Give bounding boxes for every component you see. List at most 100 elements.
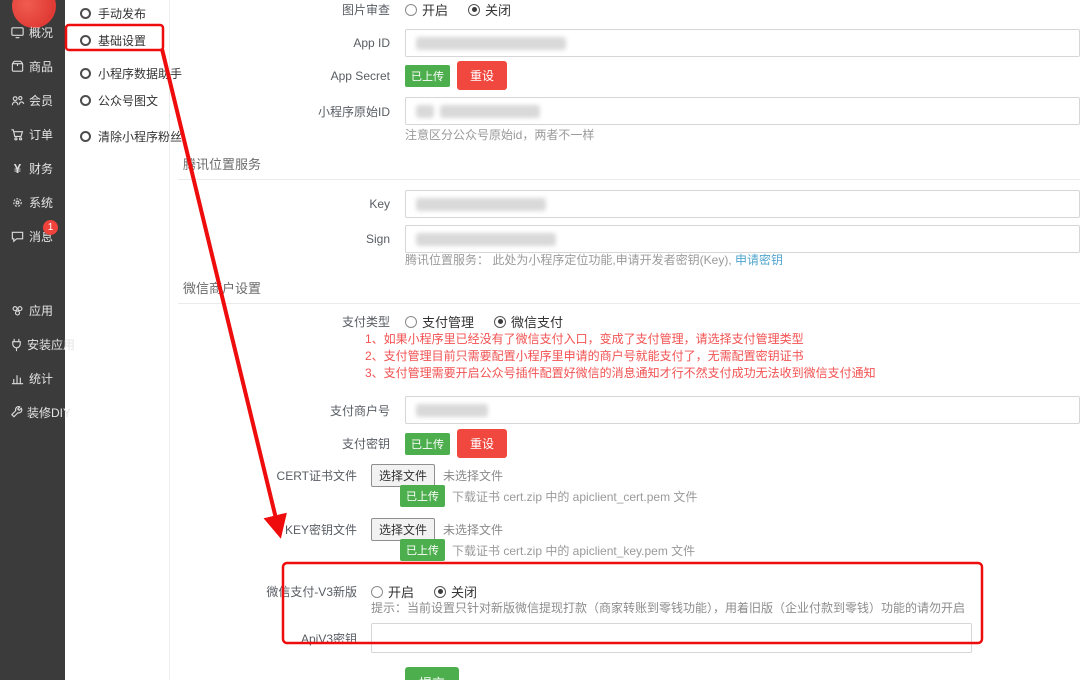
submit-button[interactable]: 提交 — [405, 667, 459, 680]
sidebar-item-label: 统计 — [29, 370, 53, 387]
menu-radio-icon — [80, 8, 91, 19]
sidebar-item-diy[interactable]: 装修DIY — [0, 395, 65, 429]
v3-on-radio[interactable]: 开启 — [371, 582, 414, 601]
sidebar-item-label: 安装应用 — [27, 336, 75, 353]
submenu-item-manual-publish[interactable]: 手动发布 — [65, 0, 169, 27]
radio-label: 关闭 — [485, 0, 511, 19]
settings-submenu: 手动发布 基础设置 小程序数据助手 公众号图文 清除小程序粉丝 — [65, 0, 170, 680]
no-file-text: 未选择文件 — [443, 521, 503, 538]
sidebar-item-label: 商品 — [29, 58, 53, 75]
v3-hint: 提示：当前设置只针对新版微信提现打款（商家转账到零钱功能），用着旧版（企业付款到… — [371, 601, 1080, 615]
app-id-input[interactable] — [405, 29, 1080, 57]
submenu-item-miniprogram-data[interactable]: 小程序数据助手 — [65, 60, 169, 87]
submenu-item-label: 手动发布 — [98, 5, 146, 22]
pay-type-wechat-radio[interactable]: 微信支付 — [494, 312, 563, 331]
sidebar-item-messages[interactable]: 消息 1 — [0, 219, 65, 253]
sidebar-nav: 概况 商品 会员 订单 ¥ 财务 系统 — [0, 15, 65, 429]
install-icon — [9, 337, 24, 352]
choose-key-file-button[interactable]: 选择文件 — [371, 518, 435, 541]
submenu-item-official-articles[interactable]: 公众号图文 — [65, 87, 169, 114]
merchant-section-title: 微信商户设置 — [183, 280, 1080, 297]
menu-radio-icon — [80, 95, 91, 106]
reset-pay-key-button[interactable]: 重设 — [457, 429, 507, 458]
origin-id-label: 小程序原始ID — [170, 103, 390, 120]
key-file-label: KEY密钥文件 — [170, 521, 357, 538]
merchant-id-label: 支付商户号 — [170, 402, 390, 419]
key-file-row: KEY密钥文件 选择文件 未选择文件 — [170, 518, 1080, 541]
radio-icon — [371, 586, 383, 598]
warning-line: 1、如果小程序里已经没有了微信支付入口，变成了支付管理，请选择支付管理类型 — [365, 331, 1080, 348]
v3-label: 微信支付-V3新版 — [170, 583, 357, 600]
submenu-item-label: 公众号图文 — [98, 92, 158, 109]
section-divider — [178, 179, 1080, 180]
sign-label: Sign — [170, 232, 390, 246]
orders-icon — [9, 127, 26, 142]
menu-radio-icon — [80, 35, 91, 46]
pay-type-manage-radio[interactable]: 支付管理 — [405, 312, 474, 331]
radio-label: 支付管理 — [422, 312, 474, 331]
masked-value — [416, 198, 546, 211]
warning-line: 2、支付管理目前只需要配置小程序里申请的商户号就能支付了，无需配置密钥证书 — [365, 348, 1080, 365]
sidebar-item-finance[interactable]: ¥ 财务 — [0, 151, 65, 185]
diy-icon — [9, 405, 24, 420]
sidebar-item-members[interactable]: 会员 — [0, 83, 65, 117]
merchant-id-input[interactable] — [405, 396, 1080, 424]
goods-icon — [9, 59, 26, 74]
pay-type-label: 支付类型 — [170, 313, 390, 330]
apiv3-label: ApiV3密钥 — [170, 630, 357, 647]
image-review-off-radio[interactable]: 关闭 — [468, 0, 511, 19]
settings-form: 图片审查 开启 关闭 App ID App Secret 已上传 重设 小程序原… — [170, 0, 1080, 680]
finance-icon: ¥ — [9, 161, 26, 176]
admin-settings-page: 概况 商品 会员 订单 ¥ 财务 系统 — [0, 0, 1080, 680]
v3-off-radio[interactable]: 关闭 — [434, 582, 477, 601]
app-id-label: App ID — [170, 36, 390, 50]
cert-file-label: CERT证书文件 — [170, 467, 357, 484]
submenu-item-label: 基础设置 — [98, 32, 146, 49]
message-icon — [9, 229, 26, 244]
uploaded-badge: 已上传 — [405, 65, 450, 87]
key-file-note: 已上传 下载证书 cert.zip 中的 apiclient_key.pem 文… — [400, 541, 1080, 559]
submenu-item-clear-fans[interactable]: 清除小程序粉丝 — [65, 123, 169, 150]
image-review-label: 图片审查 — [170, 1, 390, 18]
origin-id-input[interactable] — [405, 97, 1080, 125]
masked-value — [440, 105, 540, 118]
sidebar-item-goods[interactable]: 商品 — [0, 49, 65, 83]
apply-key-link[interactable]: 申请密钥 — [735, 253, 783, 267]
pay-type-warnings: 1、如果小程序里已经没有了微信支付入口，变成了支付管理，请选择支付管理类型 2、… — [365, 331, 1080, 382]
image-review-row: 图片审查 开启 关闭 — [170, 0, 1080, 19]
sign-input[interactable] — [405, 225, 1080, 253]
pay-key-row: 支付密钥 已上传 重设 — [170, 429, 1080, 458]
sidebar-item-label: 应用 — [29, 302, 53, 319]
radio-checked-icon — [434, 586, 446, 598]
radio-icon — [405, 316, 417, 328]
image-review-on-radio[interactable]: 开启 — [405, 0, 448, 19]
apiv3-key-input[interactable] — [371, 623, 972, 653]
app-secret-row: App Secret 已上传 重设 — [170, 61, 1080, 90]
sidebar-item-overview[interactable]: 概况 — [0, 15, 65, 49]
sidebar-item-orders[interactable]: 订单 — [0, 117, 65, 151]
choose-cert-file-button[interactable]: 选择文件 — [371, 464, 435, 487]
sidebar-item-apps[interactable]: 应用 — [0, 293, 65, 327]
sidebar-item-install-app[interactable]: 安装应用 — [0, 327, 65, 361]
radio-icon — [405, 4, 417, 16]
menu-radio-icon — [80, 131, 91, 142]
masked-value — [416, 404, 488, 417]
main-sidebar: 概况 商品 会员 订单 ¥ 财务 系统 — [0, 0, 65, 680]
key-note-text: 下载证书 cert.zip 中的 apiclient_key.pem 文件 — [452, 542, 695, 559]
app-id-row: App ID — [170, 29, 1080, 57]
menu-radio-icon — [80, 68, 91, 79]
reset-app-secret-button[interactable]: 重设 — [457, 61, 507, 90]
sidebar-item-system[interactable]: 系统 — [0, 185, 65, 219]
members-icon — [9, 93, 26, 108]
submit-row: 提交 — [170, 667, 1080, 680]
stats-icon — [9, 371, 26, 386]
sign-row: Sign — [170, 225, 1080, 253]
sidebar-item-label: 财务 — [29, 160, 53, 177]
uploaded-badge: 已上传 — [405, 433, 450, 455]
submenu-item-basic-settings[interactable]: 基础设置 — [65, 27, 169, 54]
sidebar-item-label: 会员 — [29, 92, 53, 109]
sidebar-item-stats[interactable]: 统计 — [0, 361, 65, 395]
key-input[interactable] — [405, 190, 1080, 218]
origin-id-hint: 注意区分公众号原始id，两者不一样 — [405, 127, 1080, 143]
no-file-text: 未选择文件 — [443, 467, 503, 484]
